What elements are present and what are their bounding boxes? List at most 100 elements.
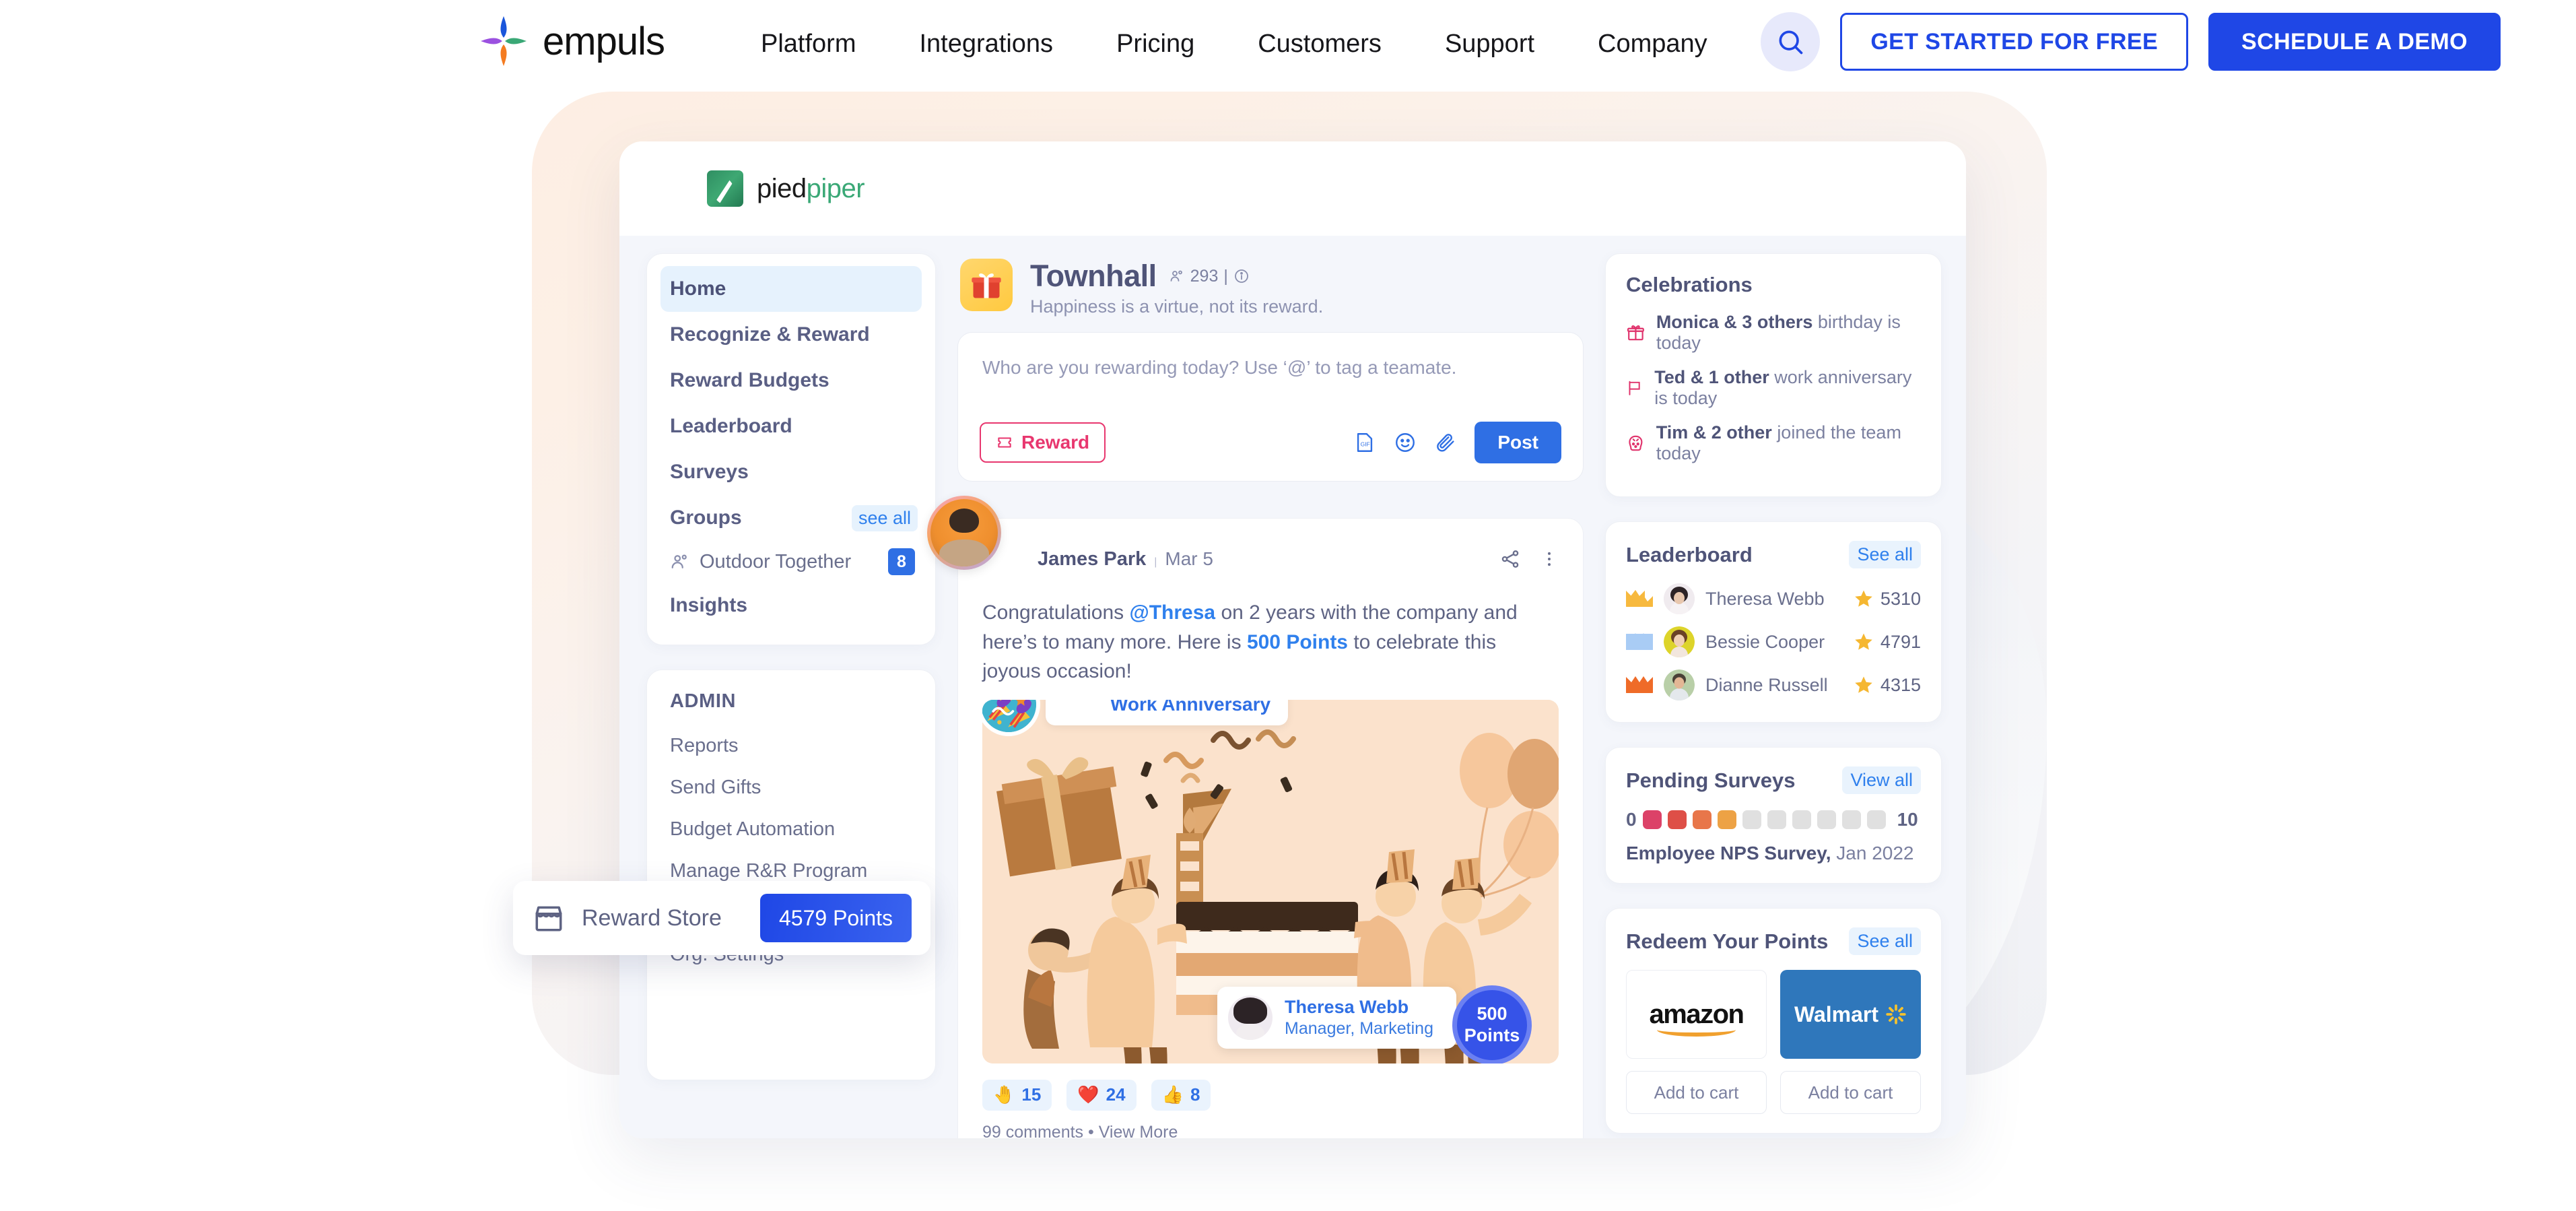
award-points-value: 500 (1477, 1004, 1507, 1024)
admin-item-budget-automation[interactable]: Budget Automation (647, 808, 935, 850)
redeem-points-card: Redeem Your Points See all amazon Add to… (1605, 908, 1942, 1134)
avatar-theresa (1664, 583, 1695, 614)
leaderboard-see-all-link[interactable]: See all (1849, 541, 1921, 568)
sidebar-item-recognize-reward[interactable]: Recognize & Reward (647, 312, 935, 358)
pending-surveys-title: Pending Surveys (1626, 768, 1796, 792)
members-icon (1170, 270, 1182, 282)
nav-link-pricing[interactable]: Pricing (1116, 30, 1194, 59)
groups-see-all-link[interactable]: see all (851, 504, 918, 531)
reward-store-points-button[interactable]: 4579 Points (759, 894, 912, 942)
celebration-row-new-joiner[interactable]: Tim & 2 other joined the team today (1626, 422, 1921, 464)
sidebar-item-leaderboard-label: Leaderboard (670, 415, 792, 437)
nav-link-company[interactable]: Company (1598, 30, 1707, 59)
feed-column: Townhall 293 | Happiness is a virtue, no… (927, 253, 1584, 1139)
leaderboard-score: 4791 (1880, 631, 1921, 652)
sidebar-item-surveys[interactable]: Surveys (647, 449, 935, 495)
sidebar-item-home[interactable]: Home (660, 266, 922, 312)
post-button[interactable]: Post (1475, 422, 1561, 463)
celebration-birthday-text: Monica & 3 others birthday is today (1656, 312, 1921, 354)
admin-item-reports[interactable]: Reports (647, 725, 935, 766)
comments-summary[interactable]: 99 comments • View More (958, 1111, 1583, 1139)
brand-name: empuls (543, 19, 665, 63)
reward-store-pill[interactable]: Reward Store 4579 Points (513, 881, 930, 955)
post-mention[interactable]: @Thresa (1129, 601, 1215, 624)
heart-reaction[interactable]: ❤️ 24 (1066, 1079, 1137, 1111)
admin-item-send-gifts[interactable]: Send Gifts (647, 766, 935, 808)
sidebar-item-groups[interactable]: Groups see all (647, 495, 935, 541)
leaderboard-score-wrap: 4791 (1854, 632, 1921, 653)
sidebar-item-surveys-label: Surveys (670, 461, 749, 483)
sidebar-item-leaderboard[interactable]: Leaderboard (647, 403, 935, 449)
walmart-tile[interactable]: Walmart (1780, 970, 1921, 1059)
attachment-icon[interactable] (1434, 431, 1457, 454)
nps-box-2[interactable] (1667, 810, 1687, 829)
more-vertical-icon[interactable] (1540, 548, 1559, 570)
schedule-demo-button[interactable]: SCHEDULE A DEMO (2208, 13, 2501, 71)
celebration-row-anniversary[interactable]: Ted & 1 other work anniversary is today (1626, 367, 1921, 409)
composer-placeholder[interactable]: Who are you rewarding today? Use ‘@’ to … (980, 352, 1561, 422)
nav-link-customers[interactable]: Customers (1258, 30, 1382, 59)
leaderboard-card: Leaderboard See all Theresa Webb 5310 Be… (1605, 521, 1942, 723)
pending-surveys-view-all-link[interactable]: View all (1842, 766, 1921, 794)
emoji-icon[interactable] (1394, 431, 1417, 454)
leaderboard-score: 5310 (1880, 588, 1921, 609)
leaderboard-row[interactable]: Theresa Webb 5310 (1626, 583, 1921, 614)
recipient-info: Theresa Webb Manager, Marketing (1285, 996, 1433, 1038)
nps-box-9[interactable] (1841, 810, 1861, 829)
nps-box-7[interactable] (1792, 810, 1811, 829)
nav-link-platform[interactable]: Platform (761, 30, 856, 59)
leaderboard-row[interactable]: Dianne Russell 4315 (1626, 669, 1921, 700)
nav-actions: GET STARTED FOR FREE SCHEDULE A DEMO (1761, 12, 2501, 71)
nps-box-8[interactable] (1817, 810, 1836, 829)
sidebar-item-home-label: Home (670, 277, 726, 300)
post-header: James Park | Mar 5 (927, 496, 1583, 581)
amazon-tile[interactable]: amazon (1626, 970, 1767, 1059)
search-button[interactable] (1761, 12, 1821, 71)
new-joiner-icon (1629, 435, 1643, 451)
right-rail: Celebrations Monica & 3 others birthday … (1605, 253, 1942, 1138)
nps-box-6[interactable] (1767, 810, 1786, 829)
recipient-name: Theresa Webb (1285, 997, 1409, 1018)
nps-box-3[interactable] (1692, 810, 1711, 829)
gif-icon[interactable]: GIF (1353, 431, 1376, 454)
raised-hand-reaction[interactable]: 🤚 15 (982, 1079, 1052, 1111)
leaderboard-avatar (1664, 626, 1695, 657)
thumbs-up-reaction[interactable]: 👍 8 (1151, 1079, 1211, 1111)
reward-button-label: Reward (1021, 432, 1090, 453)
thumbs-up-count: 8 (1190, 1084, 1200, 1105)
feed-post: James Park | Mar 5 Congratulations @Thre… (927, 496, 1584, 1139)
sidebar-item-insights-label: Insights (670, 594, 748, 616)
nps-box-1[interactable] (1642, 810, 1662, 829)
sidebar-item-reward-budgets[interactable]: Reward Budgets (647, 358, 935, 403)
gift-icon (1627, 325, 1644, 341)
info-icon[interactable] (1233, 268, 1250, 284)
admin-section-title: ADMIN (670, 690, 737, 712)
redeem-see-all-link[interactable]: See all (1849, 927, 1921, 955)
top-navigation-bar: empuls Platform Integrations Pricing Cus… (0, 0, 2576, 86)
redeem-title: Redeem Your Points (1626, 929, 1829, 953)
brand-logo[interactable]: empuls (479, 15, 665, 67)
nav-link-support[interactable]: Support (1445, 30, 1534, 59)
share-icon[interactable] (1499, 548, 1521, 570)
nps-box-4[interactable] (1717, 810, 1736, 829)
nps-box-10[interactable] (1866, 810, 1886, 829)
composer-right-actions: GIF Post (1353, 422, 1561, 463)
celebration-joiner-names: Tim & 2 other (1656, 422, 1772, 443)
nps-box-5[interactable] (1742, 810, 1761, 829)
channel-member-meta[interactable]: 293 | (1169, 267, 1250, 286)
post-author-avatar[interactable] (927, 496, 1001, 570)
sidebar-item-outdoor-together[interactable]: Outdoor Together 8 (647, 541, 935, 583)
get-started-button[interactable]: GET STARTED FOR FREE (1840, 13, 2189, 71)
walmart-add-to-cart-button[interactable]: Add to cart (1780, 1071, 1921, 1114)
celebration-row-birthday[interactable]: Monica & 3 others birthday is today (1626, 312, 1921, 354)
leaderboard-row[interactable]: Bessie Cooper 4791 (1626, 626, 1921, 657)
celebration-birthday-names: Monica & 3 others (1656, 312, 1813, 332)
reward-button[interactable]: Reward (980, 422, 1106, 463)
outdoor-together-label: Outdoor Together (700, 550, 852, 572)
amazon-add-to-cart-button[interactable]: Add to cart (1626, 1071, 1767, 1114)
crown-icon-bronze (1626, 676, 1653, 693)
nav-link-integrations[interactable]: Integrations (919, 30, 1053, 59)
channel-title: Townhall (1030, 259, 1157, 293)
workspace-name: piedpiper (757, 174, 865, 204)
sidebar-item-insights[interactable]: Insights (647, 583, 935, 628)
